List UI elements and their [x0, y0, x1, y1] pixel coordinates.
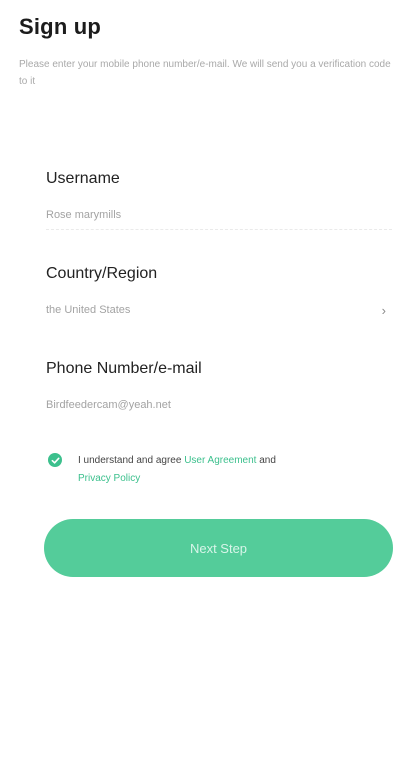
- username-field: Username Rose marymills: [46, 170, 392, 230]
- country-region-select[interactable]: the United States ›: [46, 300, 392, 324]
- next-step-label: Next Step: [189, 540, 248, 556]
- username-label: Username: [46, 170, 120, 187]
- check-icon: [51, 457, 60, 464]
- agreement-row: I understand and agree User Agreement an…: [48, 452, 398, 488]
- phone-email-value: Birdfeedercam@yeah.net: [46, 399, 171, 411]
- username-input[interactable]: Rose marymills: [46, 205, 392, 230]
- phone-email-field: Phone Number/e-mail Birdfeedercam@yeah.n…: [46, 360, 392, 419]
- privacy-policy-link[interactable]: Privacy Policy: [78, 473, 140, 484]
- agreement-checkbox[interactable]: [48, 453, 62, 467]
- chevron-right-icon: ›: [381, 302, 386, 318]
- agreement-conjunction: and: [259, 455, 276, 466]
- phone-email-input[interactable]: Birdfeedercam@yeah.net: [46, 395, 392, 419]
- agreement-prefix: I understand and agree: [78, 455, 182, 466]
- phone-email-label: Phone Number/e-mail: [46, 360, 202, 377]
- user-agreement-link[interactable]: User Agreement: [184, 455, 256, 466]
- agreement-text: I understand and agree User Agreement an…: [78, 452, 276, 488]
- page-title: Sign up: [19, 14, 102, 39]
- country-region-label: Country/Region: [46, 265, 158, 282]
- country-region-field: Country/Region the United States ›: [46, 265, 392, 324]
- username-value: Rose marymills: [46, 209, 122, 221]
- country-region-value: the United States: [46, 304, 131, 316]
- next-step-button[interactable]: Next Step: [44, 519, 393, 577]
- page-description: Please enter your mobile phone number/e-…: [19, 59, 391, 87]
